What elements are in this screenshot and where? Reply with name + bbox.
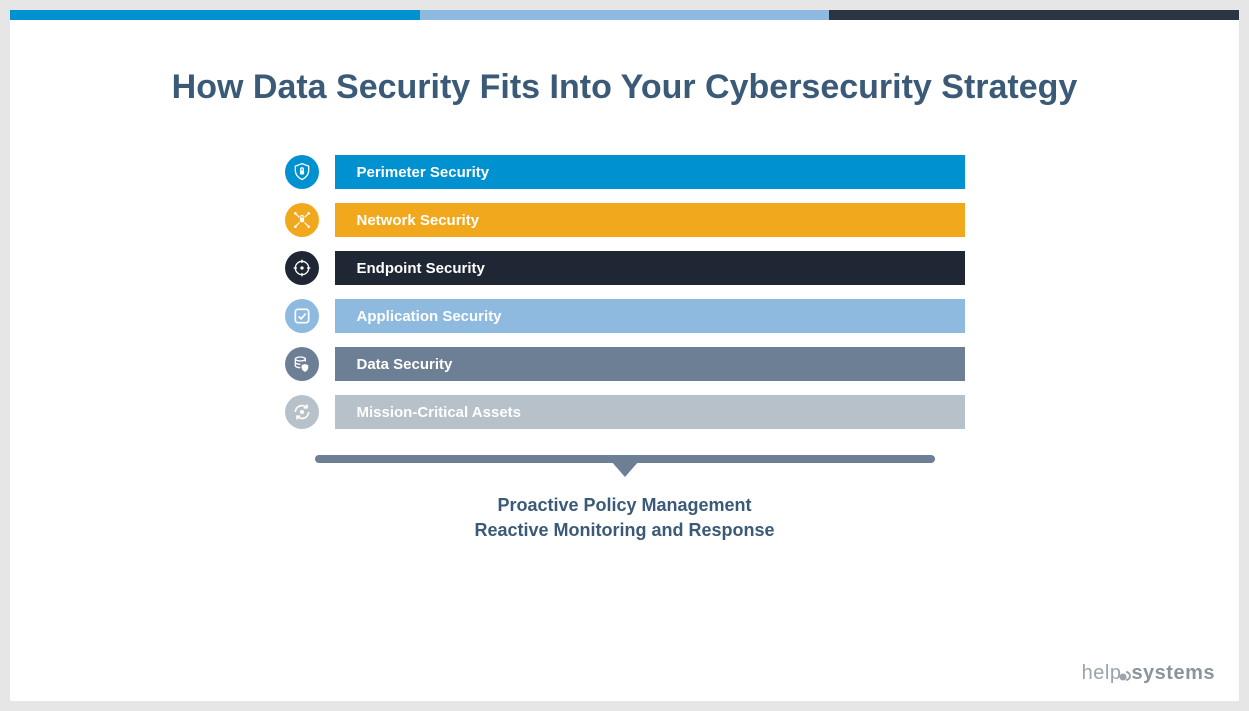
stripe-segment-2 xyxy=(420,10,830,20)
check-box-icon xyxy=(285,299,319,333)
data-shield-icon xyxy=(285,347,319,381)
rotate-icon xyxy=(285,395,319,429)
layer-bar: Network Security xyxy=(335,203,965,237)
bottom-line-2: Reactive Monitoring and Response xyxy=(10,518,1239,543)
bracket-triangle xyxy=(611,461,639,477)
layer-bar: Perimeter Security xyxy=(335,155,965,189)
stripe-segment-1 xyxy=(10,10,420,20)
brand-part-2: systems xyxy=(1131,662,1215,685)
bracket-arrow xyxy=(315,453,935,481)
slide-title: How Data Security Fits Into Your Cyberse… xyxy=(10,68,1239,107)
brand-logo: help systems xyxy=(1082,662,1215,685)
security-layers: Perimeter Security Networ xyxy=(285,155,965,429)
layer-bar: Data Security xyxy=(335,347,965,381)
top-stripe xyxy=(10,10,1239,20)
layer-bar: Endpoint Security xyxy=(335,251,965,285)
layer-label: Data Security xyxy=(357,356,453,373)
brand-part-1: help xyxy=(1082,662,1122,685)
layer-label: Network Security xyxy=(357,212,480,229)
layer-row: Data Security xyxy=(285,347,965,381)
layer-row: Endpoint Security xyxy=(285,251,965,285)
network-lock-icon xyxy=(285,203,319,237)
layer-label: Mission-Critical Assets xyxy=(357,404,522,421)
bottom-line-1: Proactive Policy Management xyxy=(10,493,1239,518)
target-icon xyxy=(285,251,319,285)
shield-lock-icon xyxy=(285,155,319,189)
layer-row: Mission-Critical Assets xyxy=(285,395,965,429)
layer-row: Application Security xyxy=(285,299,965,333)
layer-bar: Mission-Critical Assets xyxy=(335,395,965,429)
layer-label: Application Security xyxy=(357,308,502,325)
layer-row: Network Security xyxy=(285,203,965,237)
slide: How Data Security Fits Into Your Cyberse… xyxy=(10,10,1239,701)
layer-label: Endpoint Security xyxy=(357,260,485,277)
layer-row: Perimeter Security xyxy=(285,155,965,189)
layer-bar: Application Security xyxy=(335,299,965,333)
layer-label: Perimeter Security xyxy=(357,164,490,181)
bottom-caption: Proactive Policy Management Reactive Mon… xyxy=(10,493,1239,543)
stripe-segment-3 xyxy=(829,10,1239,20)
